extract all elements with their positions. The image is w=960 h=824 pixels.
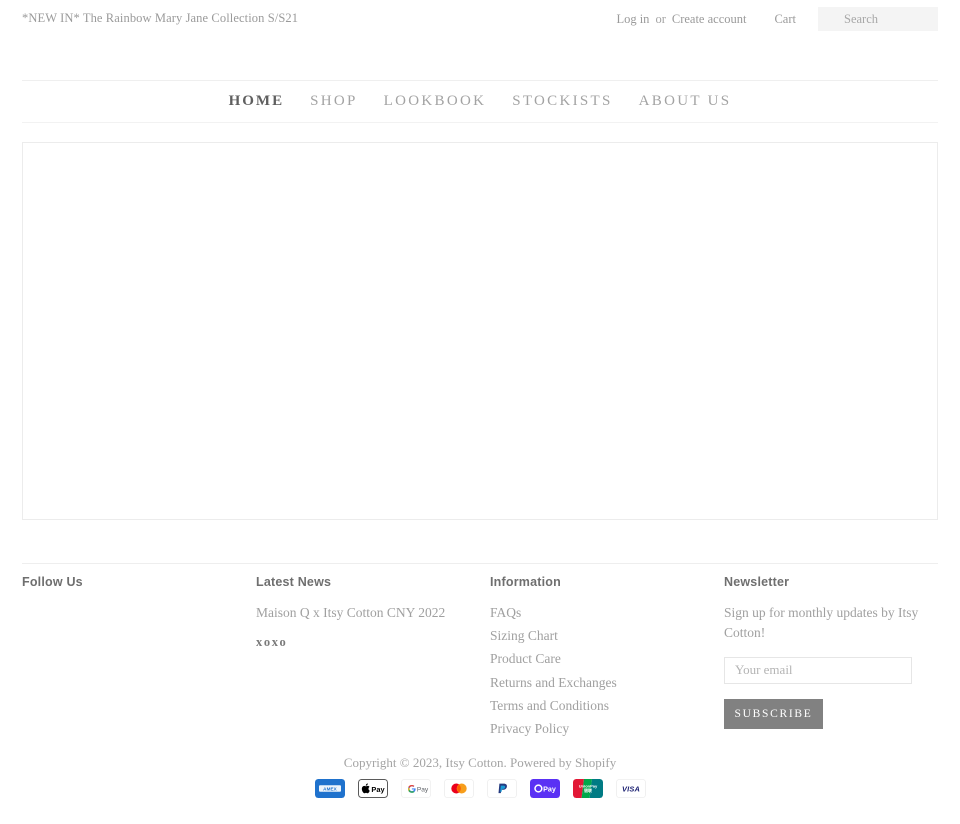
hero-banner-region bbox=[22, 142, 938, 520]
nav-item-stockists[interactable]: Stockists bbox=[499, 93, 625, 110]
american-express-icon: AMEX bbox=[314, 779, 345, 798]
newsletter-heading: Newsletter bbox=[724, 575, 790, 589]
information-link-list: FAQs Sizing Chart Product Care Returns a… bbox=[490, 603, 724, 739]
info-link-privacy-policy[interactable]: Privacy Policy bbox=[490, 721, 569, 736]
list-item: FAQs bbox=[490, 603, 724, 623]
info-link-faqs[interactable]: FAQs bbox=[490, 605, 521, 620]
info-link-terms-and-conditions[interactable]: Terms and Conditions bbox=[490, 698, 609, 713]
svg-text:银联: 银联 bbox=[584, 787, 592, 793]
footer-column-newsletter: Newsletter Sign up for monthly updates b… bbox=[724, 575, 938, 742]
svg-text:Pay: Pay bbox=[371, 785, 385, 794]
nav-item-home[interactable]: Home bbox=[216, 93, 298, 110]
site-footer: Follow Us Latest News Maison Q x Itsy Co… bbox=[0, 575, 960, 742]
apple-pay-icon: Pay bbox=[357, 779, 388, 798]
log-in-link[interactable]: Log in bbox=[616, 12, 649, 27]
nav-item-about-us[interactable]: About Us bbox=[626, 93, 745, 110]
cart-link[interactable]: Cart bbox=[774, 12, 796, 27]
footer-divider bbox=[22, 563, 938, 564]
main-navigation: Home Shop Lookbook Stockists About Us bbox=[0, 81, 960, 122]
shop-pay-icon: Pay bbox=[529, 779, 560, 798]
follow-us-heading: Follow Us bbox=[22, 575, 83, 589]
newsletter-email-input[interactable] bbox=[724, 656, 912, 684]
svg-text:Pay: Pay bbox=[543, 784, 556, 793]
union-pay-icon: UnionPay 银联 bbox=[572, 779, 603, 798]
svg-text:AMEX: AMEX bbox=[323, 786, 338, 791]
information-heading: Information bbox=[490, 575, 561, 589]
list-item: Privacy Policy bbox=[490, 719, 724, 739]
site-logo-area[interactable] bbox=[22, 36, 938, 80]
info-link-product-care[interactable]: Product Care bbox=[490, 651, 561, 666]
search-form bbox=[818, 7, 938, 31]
storefront-page: *NEW IN* The Rainbow Mary Jane Collectio… bbox=[0, 0, 960, 824]
copyright-text: Copyright © 2023, Itsy Cotton. Powered b… bbox=[343, 755, 617, 770]
customer-account-links: Log in or Create account bbox=[616, 12, 746, 27]
list-item: Returns and Exchanges bbox=[490, 673, 724, 693]
list-item: Terms and Conditions bbox=[490, 696, 724, 716]
footer-column-follow-us: Follow Us bbox=[22, 575, 256, 742]
list-item: Product Care bbox=[490, 649, 724, 669]
nav-divider-bottom bbox=[22, 122, 938, 123]
list-item: Sizing Chart bbox=[490, 626, 724, 646]
footer-column-latest-news: Latest News Maison Q x Itsy Cotton CNY 2… bbox=[256, 575, 490, 742]
newsletter-description: Sign up for monthly updates by Itsy Cott… bbox=[724, 605, 919, 640]
svg-text:VISA: VISA bbox=[621, 785, 639, 794]
mastercard-icon bbox=[443, 779, 474, 798]
login-separator: or bbox=[655, 11, 666, 26]
subscribe-button[interactable]: Subscribe bbox=[724, 698, 823, 729]
utility-bar: *NEW IN* The Rainbow Mary Jane Collectio… bbox=[0, 0, 960, 36]
google-pay-icon: Pay bbox=[400, 779, 431, 798]
visa-icon: VISA bbox=[615, 779, 646, 798]
info-link-returns-and-exchanges[interactable]: Returns and Exchanges bbox=[490, 675, 617, 690]
latest-news-heading: Latest News bbox=[256, 575, 332, 589]
search-input[interactable] bbox=[818, 7, 938, 31]
latest-news-excerpt: xoxo bbox=[256, 634, 288, 649]
utility-bar-right: Log in or Create account Cart bbox=[616, 6, 938, 32]
nav-item-lookbook[interactable]: Lookbook bbox=[371, 93, 500, 110]
nav-item-shop[interactable]: Shop bbox=[297, 93, 371, 110]
payment-methods-list: AMEX Pay Pay Pay UnionPay 银联 VISA bbox=[0, 779, 960, 798]
create-account-link[interactable]: Create account bbox=[672, 12, 747, 27]
footer-column-information: Information FAQs Sizing Chart Product Ca… bbox=[490, 575, 724, 742]
footer-columns: Follow Us Latest News Maison Q x Itsy Co… bbox=[22, 575, 938, 742]
svg-text:Pay: Pay bbox=[416, 786, 428, 793]
info-link-sizing-chart[interactable]: Sizing Chart bbox=[490, 628, 558, 643]
latest-news-article-link[interactable]: Maison Q x Itsy Cotton CNY 2022 bbox=[256, 603, 490, 623]
announcement-text: *NEW IN* The Rainbow Mary Jane Collectio… bbox=[22, 11, 299, 25]
paypal-icon bbox=[486, 779, 517, 798]
